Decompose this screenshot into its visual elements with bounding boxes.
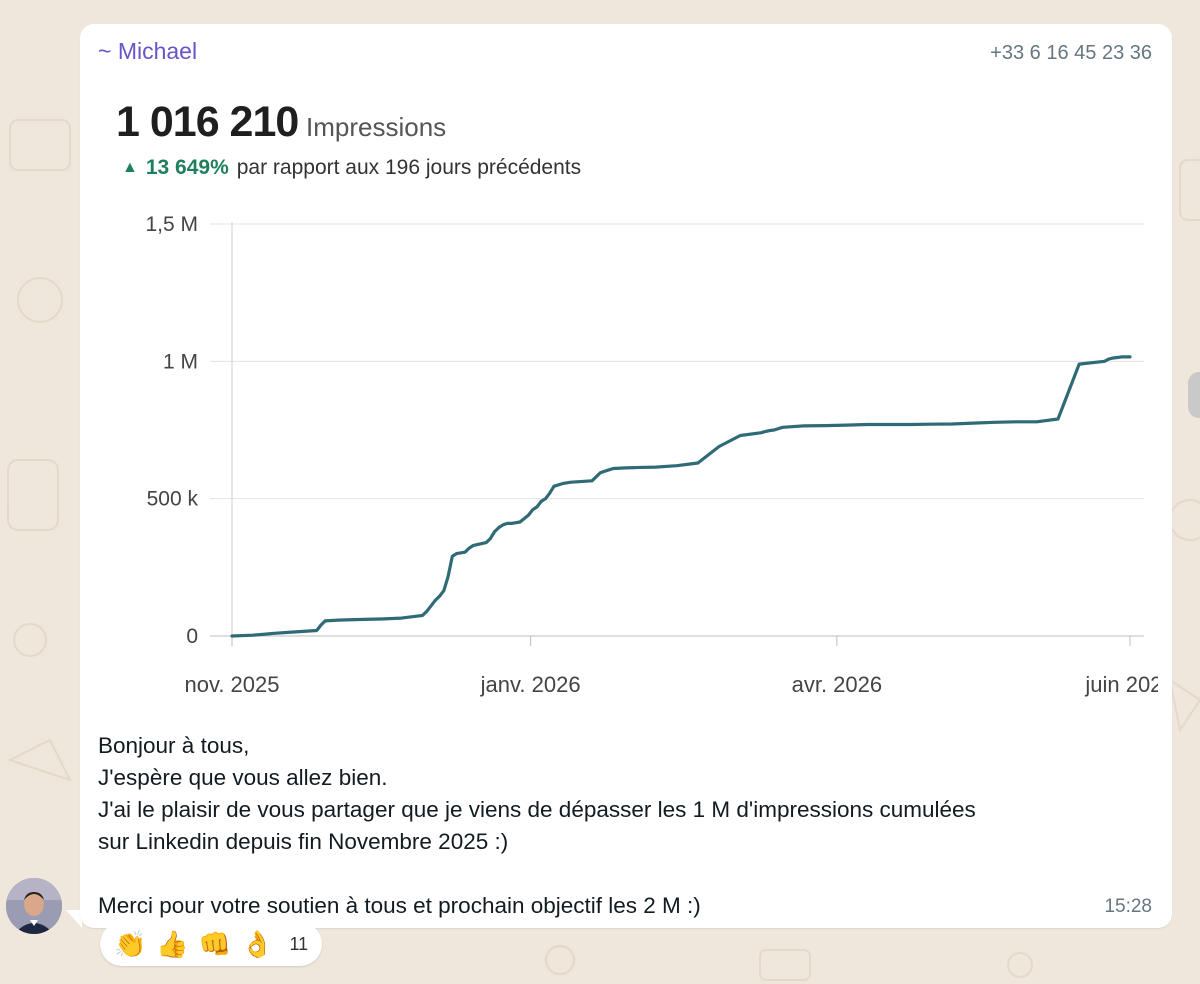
x-tick-label: janv. 2026 — [480, 672, 581, 697]
message-line: Bonjour à tous, — [98, 733, 250, 758]
avatar[interactable] — [6, 878, 62, 934]
message-text: Bonjour à tous, J'espère que vous allez … — [98, 730, 1158, 922]
message-time: 15:28 — [1104, 896, 1152, 917]
person-avatar-icon — [6, 878, 62, 934]
impressions-series-line — [230, 355, 1132, 638]
x-tick-label: avr. 2026 — [792, 672, 883, 697]
message-line — [98, 858, 1158, 890]
fist-emoji[interactable]: 👊 — [199, 929, 231, 960]
impressions-line-chart: 0 500 k 1 M 1,5 M nov. 2025 janv. 2026 avr. 20… — [145, 213, 1158, 697]
sender-name[interactable]: ~ Michael — [98, 38, 197, 65]
message-bubble[interactable]: ~ Michael +33 6 16 45 23 36 1 016 210 Im… — [80, 24, 1172, 928]
y-tick-label: 1 M — [163, 350, 198, 373]
message-line: J'ai le plaisir de vous partager que je … — [98, 797, 976, 822]
reaction-count: 11 — [289, 933, 309, 954]
reactions-bar[interactable]: 👏 👍 👊 👌 11 — [100, 922, 323, 966]
y-tick-label: 1,5 M — [145, 213, 198, 236]
message-line: J'espère que vous allez bien. — [98, 765, 388, 790]
ok-hand-emoji[interactable]: 👌 — [241, 929, 273, 960]
message-line: sur Linkedin depuis fin Novembre 2025 :) — [98, 829, 509, 854]
message-line: Merci pour votre soutien à tous et proch… — [98, 893, 701, 918]
impressions-chart-image[interactable]: 1 016 210 Impressions ▲ 13 649% par rapp… — [94, 84, 1158, 724]
y-tick-label: 500 k — [147, 488, 199, 511]
sender-phone: +33 6 16 45 23 36 — [990, 42, 1152, 64]
scrollbar-handle[interactable] — [1188, 372, 1200, 418]
y-tick-label: 0 — [186, 625, 198, 648]
clap-emoji[interactable]: 👏 — [114, 929, 146, 960]
thumbs-up-emoji[interactable]: 👍 — [156, 929, 188, 960]
x-tick-label: nov. 2025 — [184, 672, 279, 697]
x-tick-label: juin 2026 — [1084, 672, 1158, 697]
